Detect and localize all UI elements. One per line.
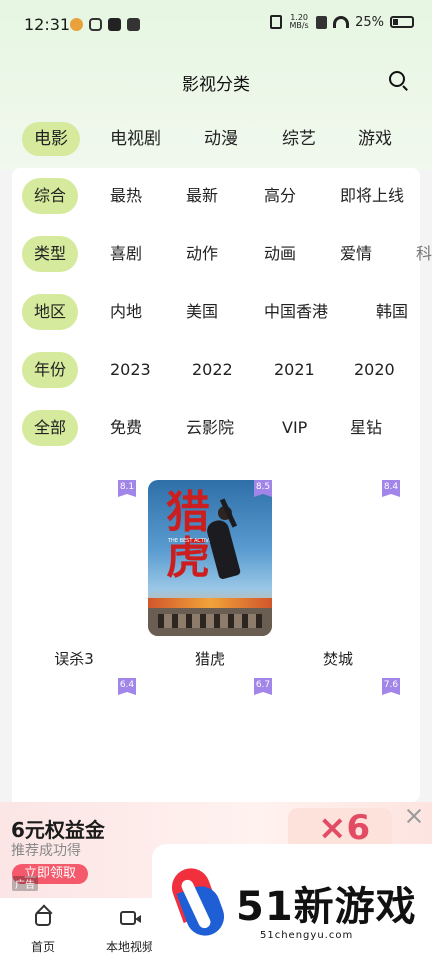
filter-option[interactable]: 韩国 bbox=[376, 294, 408, 330]
movie-title: 焚城 bbox=[322, 650, 353, 668]
video-icon bbox=[120, 908, 141, 928]
movie-title: 猎虎 bbox=[194, 650, 225, 668]
filter-option[interactable]: 云影院 bbox=[186, 410, 234, 446]
filter-row-sort: 综合 最热 最新 高分 即将上线 bbox=[0, 178, 432, 214]
page-title: 影视分类 bbox=[182, 75, 250, 95]
tab-tv-series[interactable]: 电视剧 bbox=[110, 122, 161, 156]
vibrate-icon bbox=[270, 15, 283, 29]
tab-anime[interactable]: 动漫 bbox=[204, 122, 238, 156]
status-bar: 12:31 1.20 MB/s 25% bbox=[0, 0, 432, 52]
movie-card[interactable]: 8.4 焚城 bbox=[276, 480, 400, 680]
poster-title: 猎虎 bbox=[166, 487, 210, 584]
filter-option[interactable]: 免费 bbox=[110, 410, 142, 446]
filter-option[interactable]: 爱情 bbox=[340, 236, 372, 272]
filter-row-access: 全部 免费 云影院 VIP 星钻 bbox=[0, 410, 432, 446]
weibo-icon bbox=[70, 18, 83, 31]
tiktok-icon bbox=[108, 18, 121, 31]
filter-chip-genre[interactable]: 类型 bbox=[22, 236, 78, 272]
filter-option[interactable]: 喜剧 bbox=[110, 236, 142, 272]
movie-poster bbox=[12, 480, 136, 636]
watermark-text: 51新游戏 bbox=[236, 884, 417, 930]
filter-option[interactable]: 中国香港 bbox=[264, 294, 328, 330]
net-speed-unit: MB/s bbox=[289, 21, 309, 30]
wifi-icon bbox=[333, 16, 350, 28]
home-icon bbox=[33, 908, 53, 928]
filter-option[interactable]: 星钻 bbox=[350, 410, 382, 446]
watermark: 51新游戏 51chengyu.com bbox=[152, 844, 432, 964]
filter-option[interactable]: 科 bbox=[416, 236, 432, 272]
ad-tag: 广告 bbox=[12, 876, 38, 891]
sim-off-icon bbox=[316, 15, 328, 29]
watermark-url: 51chengyu.com bbox=[260, 930, 354, 941]
poster-railing bbox=[148, 608, 272, 636]
message-icon bbox=[127, 18, 140, 31]
close-icon[interactable] bbox=[404, 806, 424, 826]
ad-subtitle: 推荐成功得 bbox=[11, 843, 81, 859]
watermark-logo-icon bbox=[166, 863, 230, 941]
filter-chip-sort[interactable]: 综合 bbox=[22, 178, 78, 214]
filter-chip-year[interactable]: 年份 bbox=[22, 352, 78, 388]
filter-row-genre: 类型 喜剧 动作 动画 爱情 科 bbox=[0, 236, 432, 272]
poster-fire bbox=[148, 598, 272, 608]
filter-option[interactable]: 内地 bbox=[110, 294, 142, 330]
tab-variety[interactable]: 综艺 bbox=[282, 122, 316, 156]
ad-artwork-text: ×6 bbox=[318, 808, 371, 848]
filter-row-year: 年份 2023 2022 2021 2020 bbox=[0, 352, 432, 388]
nav-label: 首页 bbox=[30, 940, 55, 954]
filter-option[interactable]: 2021 bbox=[274, 352, 315, 388]
movie-poster: 猎虎 THE BEST ACTIVE bbox=[148, 480, 272, 636]
filter-option[interactable]: VIP bbox=[282, 410, 307, 446]
filter-option[interactable]: 即将上线 bbox=[340, 178, 404, 214]
search-button[interactable] bbox=[388, 70, 410, 92]
status-time: 12:31 bbox=[24, 15, 71, 34]
filter-option[interactable]: 高分 bbox=[264, 178, 296, 214]
movie-poster bbox=[276, 480, 400, 636]
filter-option[interactable]: 美国 bbox=[186, 294, 218, 330]
filter-option[interactable]: 动作 bbox=[186, 236, 218, 272]
filter-option[interactable]: 2023 bbox=[110, 352, 151, 388]
net-speed: 1.20 MB/s bbox=[288, 14, 310, 30]
movie-card[interactable]: 猎虎 THE BEST ACTIVE 8.5 猎虎 bbox=[148, 480, 272, 680]
filter-option[interactable]: 2020 bbox=[354, 352, 395, 388]
battery-icon bbox=[390, 16, 414, 28]
ad-title: 6元权益金 bbox=[11, 818, 105, 842]
filter-option[interactable]: 最热 bbox=[110, 178, 142, 214]
notification-icons bbox=[70, 18, 140, 31]
status-right: 1.20 MB/s 25% bbox=[270, 14, 414, 30]
bilibili-icon bbox=[89, 18, 102, 31]
search-icon-handle bbox=[402, 85, 408, 91]
movie-title: 误杀3 bbox=[54, 650, 94, 668]
poster-figure bbox=[204, 518, 242, 580]
filter-row-region: 地区 内地 美国 中国香港 韩国 bbox=[0, 294, 432, 330]
battery-percent: 25% bbox=[355, 14, 384, 30]
filter-option[interactable]: 2022 bbox=[192, 352, 233, 388]
tab-games[interactable]: 游戏 bbox=[358, 122, 392, 156]
filter-chip-access[interactable]: 全部 bbox=[22, 410, 78, 446]
filter-option[interactable]: 最新 bbox=[186, 178, 218, 214]
tab-movie[interactable]: 电影 bbox=[22, 122, 80, 156]
nav-item-home[interactable]: 首页 bbox=[3, 898, 83, 964]
poster-subtitle: THE BEST ACTIVE bbox=[168, 538, 212, 544]
movie-card[interactable]: 8.1 误杀3 bbox=[12, 480, 136, 680]
filter-option[interactable]: 动画 bbox=[264, 236, 296, 272]
filter-chip-region[interactable]: 地区 bbox=[22, 294, 78, 330]
